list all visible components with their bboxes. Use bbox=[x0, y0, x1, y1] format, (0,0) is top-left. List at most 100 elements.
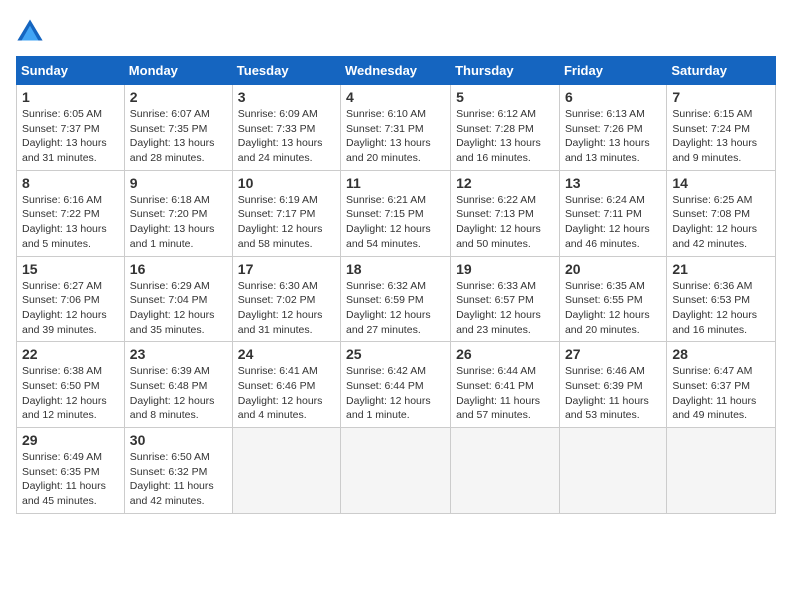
day-info: Sunrise: 6:46 AM Sunset: 6:39 PM Dayligh… bbox=[565, 364, 661, 423]
header-thursday: Thursday bbox=[451, 57, 560, 85]
calendar-week-3: 15 Sunrise: 6:27 AM Sunset: 7:06 PM Dayl… bbox=[17, 256, 776, 342]
calendar-week-4: 22 Sunrise: 6:38 AM Sunset: 6:50 PM Dayl… bbox=[17, 342, 776, 428]
day-info: Sunrise: 6:19 AM Sunset: 7:17 PM Dayligh… bbox=[238, 193, 335, 252]
calendar-cell bbox=[451, 428, 560, 514]
day-info: Sunrise: 6:35 AM Sunset: 6:55 PM Dayligh… bbox=[565, 279, 661, 338]
day-info: Sunrise: 6:50 AM Sunset: 6:32 PM Dayligh… bbox=[130, 450, 227, 509]
calendar-cell: 17 Sunrise: 6:30 AM Sunset: 7:02 PM Dayl… bbox=[232, 256, 340, 342]
day-number: 27 bbox=[565, 346, 661, 362]
day-number: 8 bbox=[22, 175, 119, 191]
day-number: 11 bbox=[346, 175, 445, 191]
calendar-cell: 3 Sunrise: 6:09 AM Sunset: 7:33 PM Dayli… bbox=[232, 85, 340, 171]
day-info: Sunrise: 6:36 AM Sunset: 6:53 PM Dayligh… bbox=[672, 279, 770, 338]
day-number: 3 bbox=[238, 89, 335, 105]
day-number: 28 bbox=[672, 346, 770, 362]
calendar-cell: 30 Sunrise: 6:50 AM Sunset: 6:32 PM Dayl… bbox=[124, 428, 232, 514]
day-info: Sunrise: 6:38 AM Sunset: 6:50 PM Dayligh… bbox=[22, 364, 119, 423]
day-number: 18 bbox=[346, 261, 445, 277]
day-info: Sunrise: 6:12 AM Sunset: 7:28 PM Dayligh… bbox=[456, 107, 554, 166]
calendar-cell bbox=[232, 428, 340, 514]
day-info: Sunrise: 6:33 AM Sunset: 6:57 PM Dayligh… bbox=[456, 279, 554, 338]
calendar-cell: 12 Sunrise: 6:22 AM Sunset: 7:13 PM Dayl… bbox=[451, 170, 560, 256]
calendar-cell: 25 Sunrise: 6:42 AM Sunset: 6:44 PM Dayl… bbox=[341, 342, 451, 428]
day-info: Sunrise: 6:39 AM Sunset: 6:48 PM Dayligh… bbox=[130, 364, 227, 423]
calendar-cell: 1 Sunrise: 6:05 AM Sunset: 7:37 PM Dayli… bbox=[17, 85, 125, 171]
day-info: Sunrise: 6:15 AM Sunset: 7:24 PM Dayligh… bbox=[672, 107, 770, 166]
calendar-cell: 16 Sunrise: 6:29 AM Sunset: 7:04 PM Dayl… bbox=[124, 256, 232, 342]
day-number: 17 bbox=[238, 261, 335, 277]
calendar-week-5: 29 Sunrise: 6:49 AM Sunset: 6:35 PM Dayl… bbox=[17, 428, 776, 514]
day-number: 23 bbox=[130, 346, 227, 362]
calendar-week-1: 1 Sunrise: 6:05 AM Sunset: 7:37 PM Dayli… bbox=[17, 85, 776, 171]
calendar-cell bbox=[341, 428, 451, 514]
day-number: 12 bbox=[456, 175, 554, 191]
day-info: Sunrise: 6:41 AM Sunset: 6:46 PM Dayligh… bbox=[238, 364, 335, 423]
calendar-cell: 13 Sunrise: 6:24 AM Sunset: 7:11 PM Dayl… bbox=[559, 170, 666, 256]
day-number: 10 bbox=[238, 175, 335, 191]
calendar-cell: 27 Sunrise: 6:46 AM Sunset: 6:39 PM Dayl… bbox=[559, 342, 666, 428]
calendar-cell: 23 Sunrise: 6:39 AM Sunset: 6:48 PM Dayl… bbox=[124, 342, 232, 428]
page-header bbox=[16, 16, 776, 44]
day-info: Sunrise: 6:21 AM Sunset: 7:15 PM Dayligh… bbox=[346, 193, 445, 252]
day-number: 22 bbox=[22, 346, 119, 362]
day-number: 5 bbox=[456, 89, 554, 105]
header-saturday: Saturday bbox=[667, 57, 776, 85]
calendar-cell: 5 Sunrise: 6:12 AM Sunset: 7:28 PM Dayli… bbox=[451, 85, 560, 171]
calendar-cell: 19 Sunrise: 6:33 AM Sunset: 6:57 PM Dayl… bbox=[451, 256, 560, 342]
day-number: 13 bbox=[565, 175, 661, 191]
calendar-cell: 26 Sunrise: 6:44 AM Sunset: 6:41 PM Dayl… bbox=[451, 342, 560, 428]
calendar-cell: 11 Sunrise: 6:21 AM Sunset: 7:15 PM Dayl… bbox=[341, 170, 451, 256]
day-number: 24 bbox=[238, 346, 335, 362]
day-info: Sunrise: 6:30 AM Sunset: 7:02 PM Dayligh… bbox=[238, 279, 335, 338]
logo-icon bbox=[16, 16, 44, 44]
day-info: Sunrise: 6:05 AM Sunset: 7:37 PM Dayligh… bbox=[22, 107, 119, 166]
day-number: 19 bbox=[456, 261, 554, 277]
calendar-cell: 20 Sunrise: 6:35 AM Sunset: 6:55 PM Dayl… bbox=[559, 256, 666, 342]
day-number: 2 bbox=[130, 89, 227, 105]
day-number: 16 bbox=[130, 261, 227, 277]
calendar-cell: 18 Sunrise: 6:32 AM Sunset: 6:59 PM Dayl… bbox=[341, 256, 451, 342]
day-info: Sunrise: 6:27 AM Sunset: 7:06 PM Dayligh… bbox=[22, 279, 119, 338]
calendar-cell: 9 Sunrise: 6:18 AM Sunset: 7:20 PM Dayli… bbox=[124, 170, 232, 256]
day-number: 15 bbox=[22, 261, 119, 277]
day-number: 7 bbox=[672, 89, 770, 105]
day-number: 20 bbox=[565, 261, 661, 277]
calendar-cell: 22 Sunrise: 6:38 AM Sunset: 6:50 PM Dayl… bbox=[17, 342, 125, 428]
day-number: 26 bbox=[456, 346, 554, 362]
day-number: 9 bbox=[130, 175, 227, 191]
calendar-table: SundayMondayTuesdayWednesdayThursdayFrid… bbox=[16, 56, 776, 514]
day-info: Sunrise: 6:49 AM Sunset: 6:35 PM Dayligh… bbox=[22, 450, 119, 509]
calendar-week-2: 8 Sunrise: 6:16 AM Sunset: 7:22 PM Dayli… bbox=[17, 170, 776, 256]
calendar-cell: 10 Sunrise: 6:19 AM Sunset: 7:17 PM Dayl… bbox=[232, 170, 340, 256]
calendar-cell: 28 Sunrise: 6:47 AM Sunset: 6:37 PM Dayl… bbox=[667, 342, 776, 428]
calendar-cell: 7 Sunrise: 6:15 AM Sunset: 7:24 PM Dayli… bbox=[667, 85, 776, 171]
day-info: Sunrise: 6:29 AM Sunset: 7:04 PM Dayligh… bbox=[130, 279, 227, 338]
header-monday: Monday bbox=[124, 57, 232, 85]
calendar-cell: 6 Sunrise: 6:13 AM Sunset: 7:26 PM Dayli… bbox=[559, 85, 666, 171]
day-info: Sunrise: 6:13 AM Sunset: 7:26 PM Dayligh… bbox=[565, 107, 661, 166]
logo bbox=[16, 16, 48, 44]
day-info: Sunrise: 6:09 AM Sunset: 7:33 PM Dayligh… bbox=[238, 107, 335, 166]
day-number: 30 bbox=[130, 432, 227, 448]
calendar-cell bbox=[559, 428, 666, 514]
header-sunday: Sunday bbox=[17, 57, 125, 85]
day-info: Sunrise: 6:32 AM Sunset: 6:59 PM Dayligh… bbox=[346, 279, 445, 338]
calendar-cell: 4 Sunrise: 6:10 AM Sunset: 7:31 PM Dayli… bbox=[341, 85, 451, 171]
day-info: Sunrise: 6:24 AM Sunset: 7:11 PM Dayligh… bbox=[565, 193, 661, 252]
day-number: 1 bbox=[22, 89, 119, 105]
day-number: 21 bbox=[672, 261, 770, 277]
day-number: 14 bbox=[672, 175, 770, 191]
day-info: Sunrise: 6:44 AM Sunset: 6:41 PM Dayligh… bbox=[456, 364, 554, 423]
day-number: 25 bbox=[346, 346, 445, 362]
header-wednesday: Wednesday bbox=[341, 57, 451, 85]
day-info: Sunrise: 6:18 AM Sunset: 7:20 PM Dayligh… bbox=[130, 193, 227, 252]
calendar-header-row: SundayMondayTuesdayWednesdayThursdayFrid… bbox=[17, 57, 776, 85]
day-info: Sunrise: 6:42 AM Sunset: 6:44 PM Dayligh… bbox=[346, 364, 445, 423]
calendar-cell: 24 Sunrise: 6:41 AM Sunset: 6:46 PM Dayl… bbox=[232, 342, 340, 428]
calendar-cell bbox=[667, 428, 776, 514]
day-number: 29 bbox=[22, 432, 119, 448]
day-info: Sunrise: 6:22 AM Sunset: 7:13 PM Dayligh… bbox=[456, 193, 554, 252]
calendar-cell: 8 Sunrise: 6:16 AM Sunset: 7:22 PM Dayli… bbox=[17, 170, 125, 256]
calendar-cell: 2 Sunrise: 6:07 AM Sunset: 7:35 PM Dayli… bbox=[124, 85, 232, 171]
calendar-cell: 21 Sunrise: 6:36 AM Sunset: 6:53 PM Dayl… bbox=[667, 256, 776, 342]
